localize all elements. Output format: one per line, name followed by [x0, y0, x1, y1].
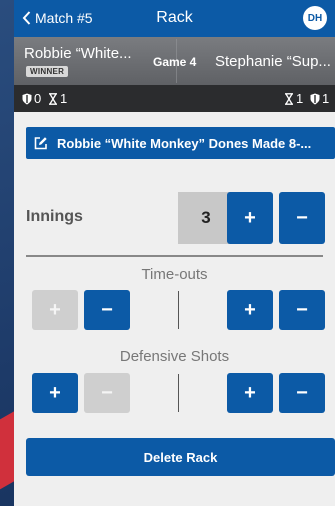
timeouts-divider: [178, 291, 179, 329]
hourglass-icon: [285, 92, 293, 105]
p2-timeouts-count: 1: [296, 91, 304, 106]
title-bar: Match #5 Rack DH: [14, 0, 335, 37]
shield-icon: [22, 93, 32, 104]
winner-badge: WINNER: [26, 66, 69, 77]
rack-summary-button[interactable]: Robbie “White Monkey” Dones Made 8-...: [26, 127, 335, 159]
player2-name: Stephanie “Sup...: [215, 53, 331, 70]
avatar[interactable]: DH: [303, 6, 327, 30]
page-title: Rack: [156, 9, 193, 26]
game-label: Game 4: [153, 55, 197, 69]
p1-timeouts-plus-button[interactable]: +: [32, 290, 78, 330]
p1-defensive-plus-button[interactable]: +: [32, 373, 78, 413]
rack-panel: Match #5 Rack DH Robbie “White... WINNER…: [14, 0, 335, 506]
p2-defensive-stat: 1: [310, 91, 329, 106]
players-band: Robbie “White... WINNER Game 4 Stephanie…: [14, 37, 335, 85]
p1-timeouts-count: 1: [60, 91, 68, 106]
p2-timeouts-minus-button[interactable]: −: [279, 290, 325, 330]
innings-value: 3: [178, 192, 234, 244]
p1-defensive-minus-button[interactable]: −: [84, 373, 130, 413]
innings-minus-button[interactable]: −: [279, 192, 325, 244]
p1-defensive-stat: 0: [22, 91, 41, 106]
p1-timeouts-stat: 1: [48, 91, 67, 106]
section-divider: [26, 255, 323, 257]
edit-icon: [34, 137, 47, 150]
delete-rack-button[interactable]: Delete Rack: [26, 438, 335, 476]
defensive-shots-title: Defensive Shots: [119, 348, 230, 365]
shield-icon: [310, 93, 320, 104]
innings-plus-button[interactable]: +: [227, 192, 273, 244]
p1-timeouts-minus-button[interactable]: −: [84, 290, 130, 330]
defensive-divider: [178, 374, 179, 412]
p1-defensive-count: 0: [34, 91, 42, 106]
rack-summary-text: Robbie “White Monkey” Dones Made 8-...: [57, 135, 312, 151]
player1-name: Robbie “White...: [24, 45, 132, 62]
p2-timeouts-plus-button[interactable]: +: [227, 290, 273, 330]
p2-defensive-minus-button[interactable]: −: [279, 373, 325, 413]
innings-label: Innings: [26, 208, 83, 225]
p2-defensive-plus-button[interactable]: +: [227, 373, 273, 413]
p2-defensive-count: 1: [322, 91, 330, 106]
hourglass-icon: [49, 92, 57, 105]
timeouts-title: Time-outs: [141, 266, 208, 283]
stats-bar: 0 1 1 1: [14, 85, 335, 112]
p2-timeouts-stat: 1: [284, 91, 303, 106]
